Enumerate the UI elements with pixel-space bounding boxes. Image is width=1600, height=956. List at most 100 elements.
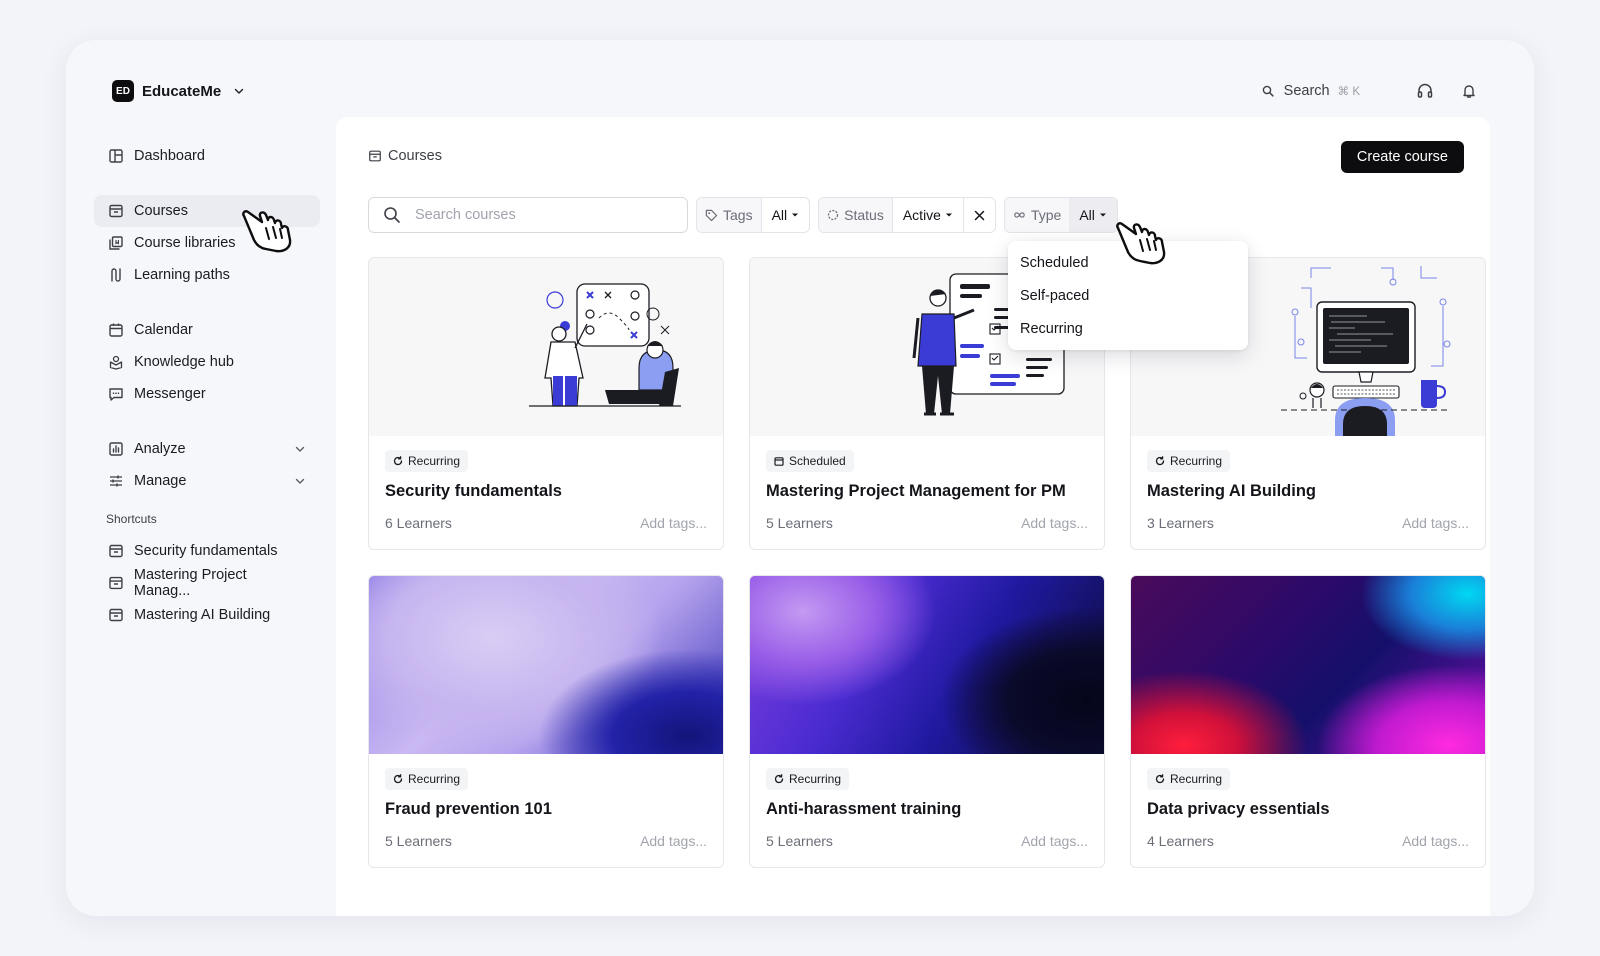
sidebar-item-manage[interactable]: Manage: [94, 465, 320, 497]
type-value-text: All: [1079, 207, 1095, 223]
hand-cursor-icon: [242, 210, 292, 253]
sidebar-item-calendar[interactable]: Calendar: [94, 314, 320, 346]
notifications-button[interactable]: [1458, 80, 1480, 102]
status-filter[interactable]: Status Active: [818, 197, 996, 233]
infinity-icon: [1014, 212, 1025, 218]
topbar-actions: Search ⌘ K: [1262, 80, 1480, 102]
status-label-text: Status: [844, 207, 884, 223]
courses-icon: [369, 150, 381, 162]
support-button[interactable]: [1414, 80, 1436, 102]
courses-icon: [109, 576, 123, 590]
dashboard-icon: [109, 149, 123, 163]
tags-label-text: Tags: [723, 207, 753, 223]
course-type-badge: Recurring: [385, 768, 469, 790]
global-search[interactable]: Search ⌘ K: [1262, 83, 1360, 99]
breadcrumb-label: Courses: [388, 148, 442, 164]
recurring-icon: [1155, 774, 1165, 784]
courses-icon: [109, 544, 123, 558]
shortcut-item[interactable]: Mastering AI Building: [94, 599, 320, 631]
course-title[interactable]: Security fundamentals: [385, 482, 707, 501]
sidebar-item-label: Course libraries: [134, 235, 236, 251]
shortcut-label: Mastering Project Manag...: [133, 567, 247, 599]
course-card[interactable]: Recurring Fraud prevention 101 5 Learner…: [368, 575, 724, 868]
type-filter-label: Type: [1004, 198, 1070, 232]
course-type-label: Recurring: [1170, 772, 1223, 786]
sidebar-item-label: Analyze: [134, 441, 186, 457]
hand-cursor-icon: [1116, 222, 1166, 265]
tag-icon: [705, 209, 718, 221]
status-filter-value[interactable]: Active: [891, 198, 963, 232]
brand-logo: ED: [112, 80, 134, 102]
workspace-switcher[interactable]: ED EducateMe: [112, 80, 245, 102]
add-tags-button[interactable]: Add tags...: [1021, 515, 1088, 531]
sidebar-item-label: Courses: [134, 203, 188, 219]
course-type-badge: Scheduled: [766, 450, 854, 472]
chevron-down-icon: [295, 478, 305, 484]
course-title[interactable]: Data privacy essentials: [1147, 800, 1469, 819]
course-type-label: Recurring: [1170, 454, 1223, 468]
status-icon: [827, 209, 839, 221]
add-tags-button[interactable]: Add tags...: [1402, 833, 1469, 849]
shortcut-item[interactable]: Security fundamentals: [94, 535, 320, 567]
shortcut-item[interactable]: Mastering Project Manag...: [94, 567, 320, 599]
type-option-self-paced[interactable]: Self-paced: [1008, 279, 1248, 312]
headset-icon: [1417, 83, 1433, 98]
sidebar-item-label: Dashboard: [134, 148, 205, 164]
course-card[interactable]: Recurring Data privacy essentials 4 Lear…: [1130, 575, 1486, 868]
course-title[interactable]: Mastering Project Management for PM: [766, 482, 1088, 501]
type-label-text: Type: [1030, 207, 1062, 223]
manage-icon: [110, 475, 122, 487]
sidebar-item-analyze[interactable]: Analyze: [94, 433, 320, 465]
sidebar-item-dashboard[interactable]: Dashboard: [94, 140, 320, 172]
type-filter-value[interactable]: All: [1069, 198, 1117, 232]
learner-count: 4 Learners: [1147, 833, 1214, 849]
search-icon: [384, 207, 400, 223]
close-icon: [974, 210, 985, 220]
caret-down-icon: [945, 213, 952, 217]
course-type-badge: Recurring: [1147, 768, 1231, 790]
teacher-illustration: [529, 283, 681, 407]
sidebar-item-knowledge-hub[interactable]: Knowledge hub: [94, 346, 320, 378]
app-window: ED EducateMe Search ⌘ K Dashboard Course…: [66, 40, 1534, 916]
course-type-label: Scheduled: [789, 454, 846, 468]
chevron-down-icon: [235, 88, 244, 94]
course-title[interactable]: Fraud prevention 101: [385, 800, 707, 819]
add-tags-button[interactable]: Add tags...: [1021, 833, 1088, 849]
learner-count: 5 Learners: [766, 833, 833, 849]
create-course-button[interactable]: Create course: [1340, 141, 1464, 173]
course-card[interactable]: Recurring Security fundamentals 6 Learne…: [368, 257, 724, 550]
search-input[interactable]: [415, 207, 655, 223]
course-title[interactable]: Anti-harassment training: [766, 800, 1088, 819]
type-option-recurring[interactable]: Recurring: [1008, 312, 1248, 345]
filter-bar: Tags All Status Active: [368, 197, 1118, 233]
tags-filter-value[interactable]: All: [760, 198, 810, 232]
learner-count: 6 Learners: [385, 515, 452, 531]
recurring-icon: [774, 774, 784, 784]
caret-down-icon: [1099, 213, 1106, 217]
clear-status-button[interactable]: [962, 198, 995, 232]
sidebar-item-label: Learning paths: [134, 267, 230, 283]
course-title[interactable]: Mastering AI Building: [1147, 482, 1469, 501]
course-search[interactable]: [368, 197, 688, 233]
type-filter[interactable]: Type All: [1003, 197, 1118, 233]
tags-filter[interactable]: Tags All: [696, 197, 811, 233]
shortcut-label: Mastering AI Building: [134, 607, 271, 623]
recurring-icon: [393, 774, 403, 784]
add-tags-button[interactable]: Add tags...: [1402, 515, 1469, 531]
course-type-label: Recurring: [408, 772, 461, 786]
add-tags-button[interactable]: Add tags...: [640, 833, 707, 849]
course-type-badge: Recurring: [1147, 450, 1231, 472]
chevron-down-icon: [295, 446, 305, 452]
sidebar-item-learning-paths[interactable]: Learning paths: [94, 259, 320, 291]
search-icon: [1262, 85, 1274, 97]
course-cover-gradient: [369, 576, 723, 754]
add-tags-button[interactable]: Add tags...: [640, 515, 707, 531]
status-value-text: Active: [902, 207, 941, 223]
course-card[interactable]: Recurring Anti-harassment training 5 Lea…: [749, 575, 1105, 868]
calendar-icon: [109, 323, 123, 337]
messenger-icon: [109, 388, 123, 401]
path-icon: [111, 268, 121, 282]
course-type-label: Recurring: [408, 454, 461, 468]
sidebar-item-messenger[interactable]: Messenger: [94, 378, 320, 410]
bell-icon: [1463, 85, 1475, 98]
